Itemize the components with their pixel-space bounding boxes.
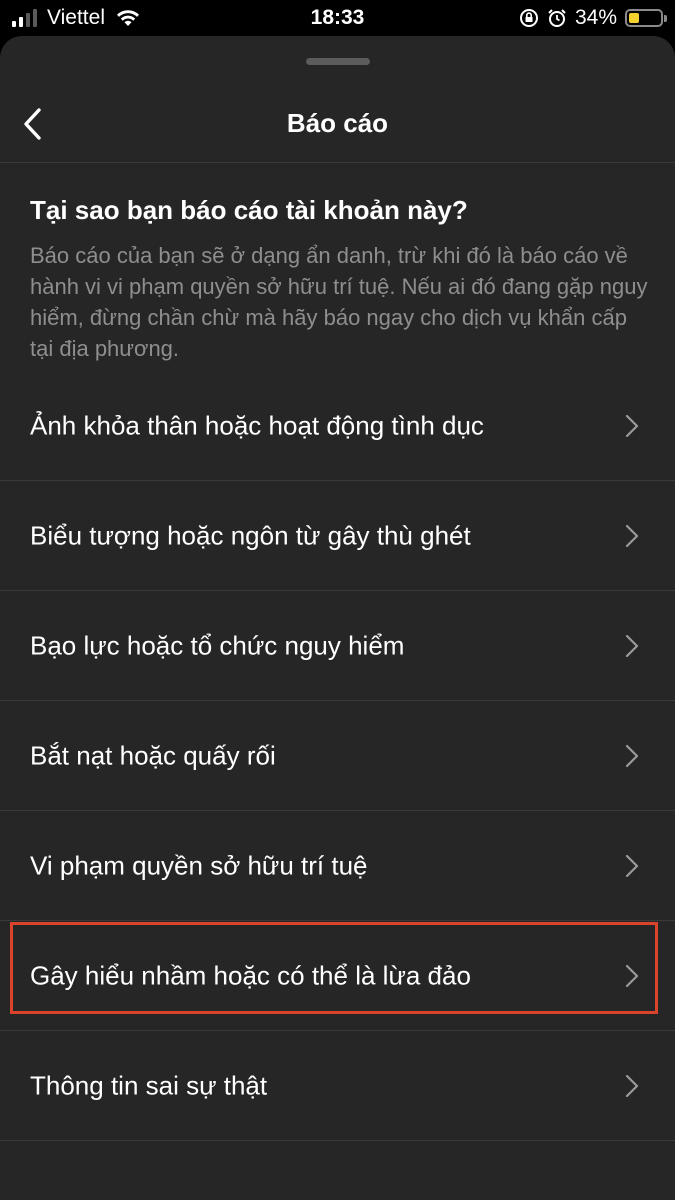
report-option[interactable]: Thông tin sai sự thật: [0, 1031, 675, 1141]
sheet-grabber[interactable]: [306, 58, 370, 65]
header-divider: [0, 162, 675, 163]
chevron-right-icon: [625, 1074, 639, 1098]
report-option-label: Thông tin sai sự thật: [30, 1070, 268, 1101]
report-option[interactable]: Bắt nạt hoặc quấy rối: [0, 701, 675, 811]
battery-icon: [625, 9, 667, 27]
report-option[interactable]: Bạo lực hoặc tổ chức nguy hiểm: [0, 591, 675, 701]
report-option-label: Ảnh khỏa thân hoặc hoạt động tình dục: [30, 410, 484, 441]
report-description: Báo cáo của bạn sẽ ở dạng ẩn danh, trừ k…: [30, 243, 648, 361]
header: Báo cáo: [0, 86, 675, 162]
chevron-right-icon: [625, 744, 639, 768]
status-bar: Viettel 18:33 34%: [0, 0, 675, 36]
report-option[interactable]: Biểu tượng hoặc ngôn từ gây thù ghét: [0, 481, 675, 591]
chevron-right-icon: [625, 634, 639, 658]
battery-fill: [629, 13, 639, 23]
report-option-label: Bắt nạt hoặc quấy rối: [30, 740, 276, 771]
report-question: Tại sao bạn báo cáo tài khoản này?: [30, 195, 468, 225]
report-option-label: Gây hiểu nhầm hoặc có thể là lừa đảo: [30, 960, 471, 991]
chevron-right-icon: [625, 524, 639, 548]
chevron-right-icon: [625, 414, 639, 438]
report-option[interactable]: Vi phạm quyền sở hữu trí tuệ: [0, 811, 675, 921]
page-title: Báo cáo: [286, 108, 389, 138]
report-option[interactable]: Ảnh khỏa thân hoặc hoạt động tình dục: [0, 371, 675, 481]
report-option-label: Bạo lực hoặc tổ chức nguy hiểm: [30, 630, 405, 661]
orientation-lock-icon: [519, 9, 538, 27]
chevron-right-icon: [625, 964, 639, 988]
report-option-label: Biểu tượng hoặc ngôn từ gây thù ghét: [30, 520, 471, 551]
battery-percent: 34%: [574, 6, 617, 29]
report-option[interactable]: Gây hiểu nhầm hoặc có thể là lừa đảo: [0, 921, 675, 1031]
report-option-label: Vi phạm quyền sở hữu trí tuệ: [30, 850, 368, 881]
status-right: 34%: [519, 6, 667, 30]
option-divider: [0, 1140, 675, 1141]
alarm-icon: [548, 9, 566, 27]
chevron-right-icon: [625, 854, 639, 878]
